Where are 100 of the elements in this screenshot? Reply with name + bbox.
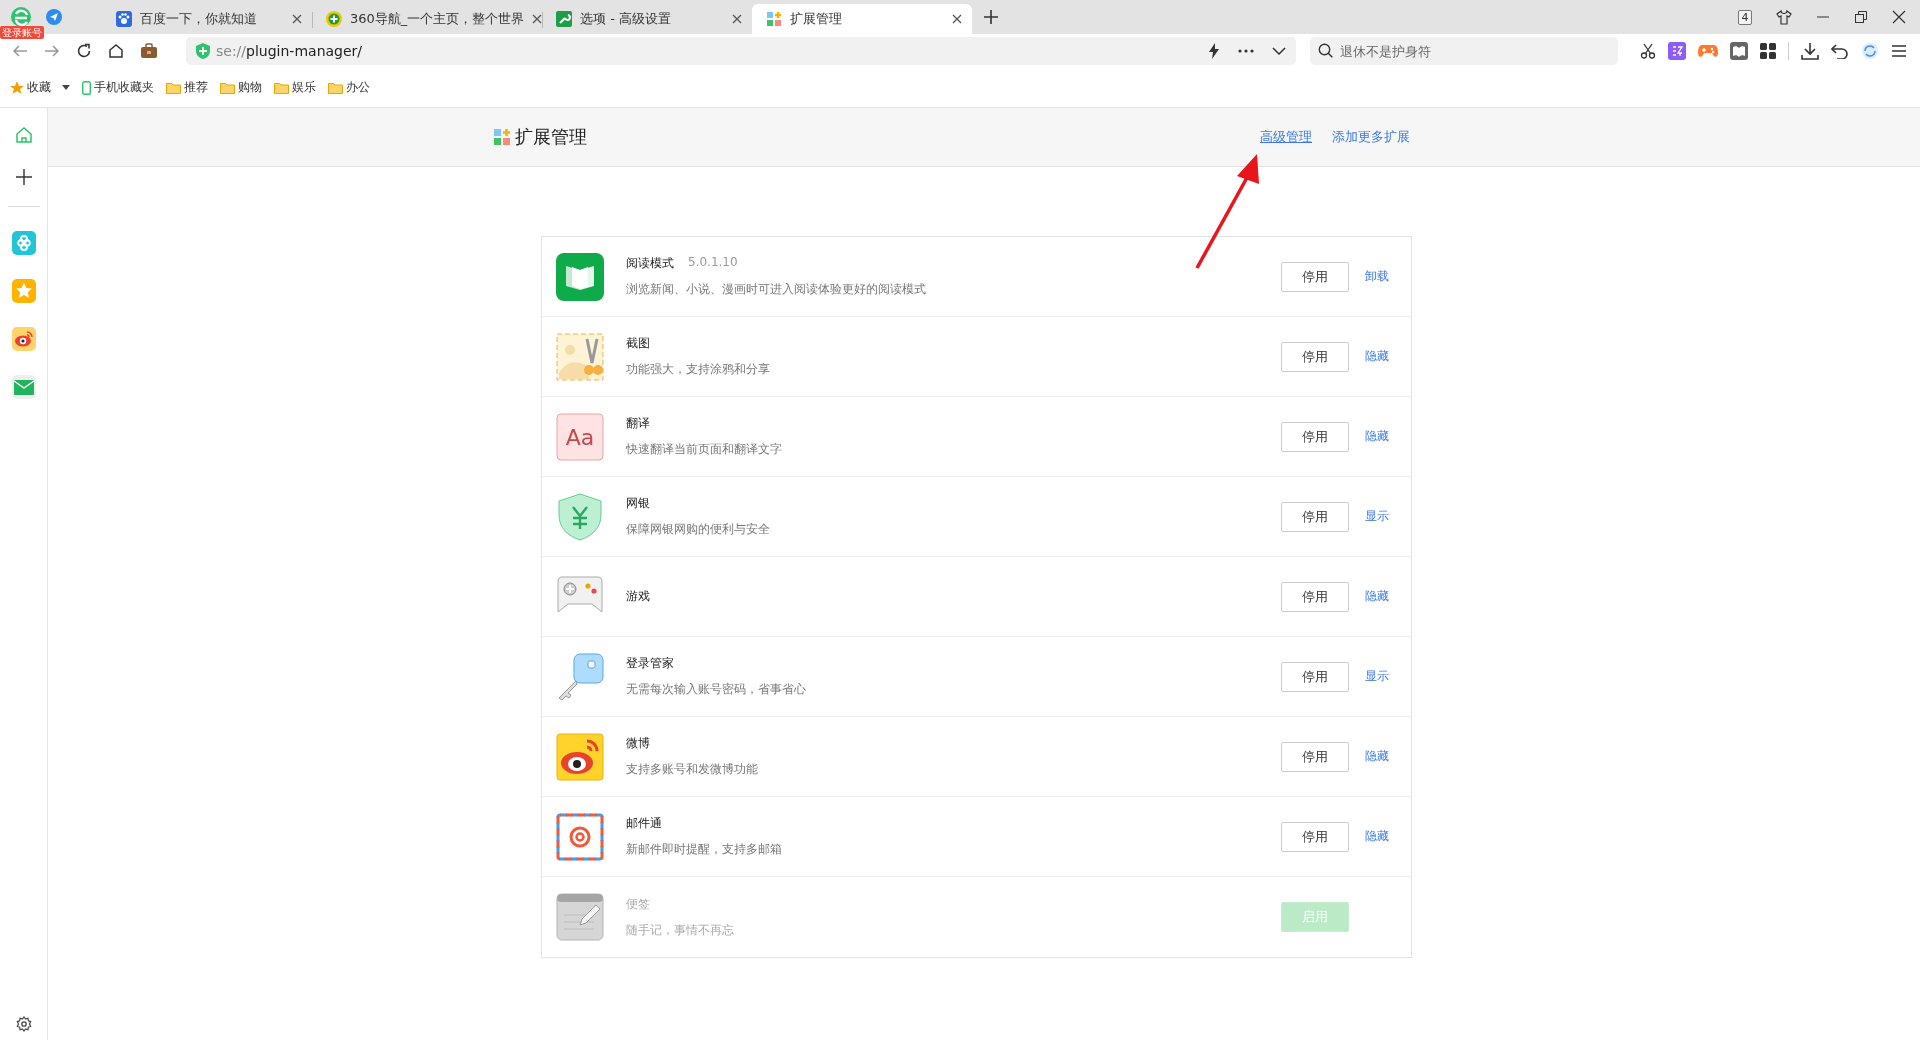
bookmark-label[interactable]: 办公 [346,79,370,96]
wrench-icon [556,11,572,27]
gamepad-icon[interactable] [1698,43,1718,59]
extension-name: 微博 [626,735,650,752]
close-tab-icon[interactable] [732,14,742,24]
search-field[interactable]: 退休不是护身符 [1310,37,1618,65]
key-icon [556,652,604,701]
forward-icon[interactable] [44,43,60,59]
folder-icon [274,81,289,94]
extension-name: 邮件通 [626,815,662,832]
extension-name: 翻译 [626,415,650,432]
eye-icon [556,732,604,781]
tab-count[interactable]: 4 [1738,9,1752,25]
book-icon[interactable] [1730,42,1748,60]
extension-description: 快速翻译当前页面和翻译文字 [626,441,783,458]
lightning-icon[interactable] [1208,43,1220,59]
extension-description: 浏览新闻、小说、漫画时可进入阅读体验更好的阅读模式 [626,281,927,298]
restore-icon[interactable] [1854,10,1868,24]
page-title: 扩展管理 [515,125,587,149]
new-tab-icon[interactable] [984,10,998,24]
mail-icon[interactable] [11,375,36,399]
notepad-icon [556,893,604,941]
star-icon [10,80,24,95]
bookmark-label[interactable]: 推荐 [184,79,208,96]
extension-action-link[interactable]: 隐藏 [1365,348,1393,365]
bookmark-label[interactable]: 收藏 [27,79,51,96]
icon-glyph: Aa [565,424,595,450]
extension-name: 网银 [626,495,650,512]
disable-button[interactable]: 停用 [1281,661,1349,692]
version-number: 5.0.1.10 [688,255,738,271]
more-icon[interactable] [1238,49,1254,53]
disable-button[interactable]: 停用 [1281,421,1349,452]
bookmark-label[interactable]: 娱乐 [292,79,316,96]
extension-action-link[interactable]: 隐藏 [1365,428,1393,445]
extensions-icon [493,128,511,146]
extensions-icon [766,11,782,27]
bookmark-label[interactable]: 购物 [238,79,262,96]
screenshot-scissors-icon [556,332,604,381]
briefcase-icon[interactable] [140,43,158,59]
open-book-icon [556,252,604,301]
shirt-icon[interactable] [1776,9,1792,25]
extension-description: 功能强大，支持涂鸦和分享 [626,361,771,378]
download-icon[interactable] [1801,42,1819,60]
extension-action-link[interactable]: 隐藏 [1365,588,1393,605]
extension-name: 便签 [626,895,650,913]
disable-button[interactable]: 停用 [1281,501,1349,532]
account-badge[interactable]: 登录账号 [0,26,44,39]
eye-icon[interactable] [11,327,36,351]
add-extensions-link[interactable]: 添加更多扩展 [1332,128,1410,146]
address-bar[interactable]: se://plugin-manager/ [186,37,1296,65]
folder-icon [220,81,235,94]
paw-icon [116,11,132,27]
disable-button[interactable]: 停用 [1281,261,1349,292]
extension-name: 阅读模式 [626,255,674,272]
disable-button[interactable]: 停用 [1281,741,1349,772]
extension-description: 支持多账号和发微博功能 [626,761,759,778]
translate-icon[interactable] [1668,42,1686,60]
paper-plane-icon[interactable] [46,9,62,25]
browser-tab[interactable]: 360导航_一个主页，整个世界 [312,4,542,34]
plus-circle-icon [326,11,342,27]
extension-name: 截图 [626,335,650,352]
extension-action-link[interactable]: 卸载 [1365,268,1393,285]
disable-button[interactable]: 停用 [1281,341,1349,372]
menu-icon[interactable] [1891,44,1907,58]
bookmark-label[interactable]: 手机收藏夹 [94,79,154,96]
settings-icon[interactable] [15,1016,32,1032]
apps-grid-icon[interactable] [1760,43,1776,59]
close-tab-icon[interactable] [952,14,962,24]
extension-description: 保障网银网购的便利与安全 [626,521,771,538]
scissors-icon[interactable] [1640,43,1656,59]
close-tab-icon[interactable] [532,14,543,24]
reload-icon[interactable] [76,43,92,59]
folder-icon [166,81,181,94]
back-icon[interactable] [12,43,28,59]
close-tab-icon[interactable] [292,14,302,24]
close-icon[interactable] [1892,10,1906,24]
extension-action-link[interactable]: 隐藏 [1365,748,1393,765]
caret-icon[interactable] [62,85,70,90]
secure-shield-icon [196,43,210,59]
advanced-manage-link[interactable]: 高级管理 [1260,128,1312,146]
browser-logo-icon[interactable] [10,6,32,28]
chevron-down-icon[interactable] [1272,47,1286,55]
browser-tab[interactable]: 扩展管理 [752,4,972,34]
extension-name: 登录管家 [626,655,674,672]
undo-icon[interactable] [1831,43,1849,59]
browser-tab[interactable]: 百度一下，你就知道 [102,4,312,34]
phone-icon [82,80,91,95]
disable-button[interactable]: 停用 [1281,821,1349,852]
sync-icon[interactable] [1861,42,1879,60]
add-icon[interactable] [14,168,33,186]
extension-description: 无需每次输入账号密码，省事省心 [626,681,807,698]
search-icon [1318,43,1333,58]
extension-action-link[interactable]: 隐藏 [1365,828,1393,845]
browser-tab[interactable]: 选项 - 高级设置 [542,4,752,34]
extension-action-link[interactable]: 显示 [1365,668,1393,685]
extension-action-link[interactable]: 显示 [1365,508,1393,525]
shield-yuan-icon [556,492,604,541]
disable-button[interactable]: 停用 [1281,581,1349,612]
home-icon[interactable] [108,43,124,59]
folder-icon [328,81,343,94]
